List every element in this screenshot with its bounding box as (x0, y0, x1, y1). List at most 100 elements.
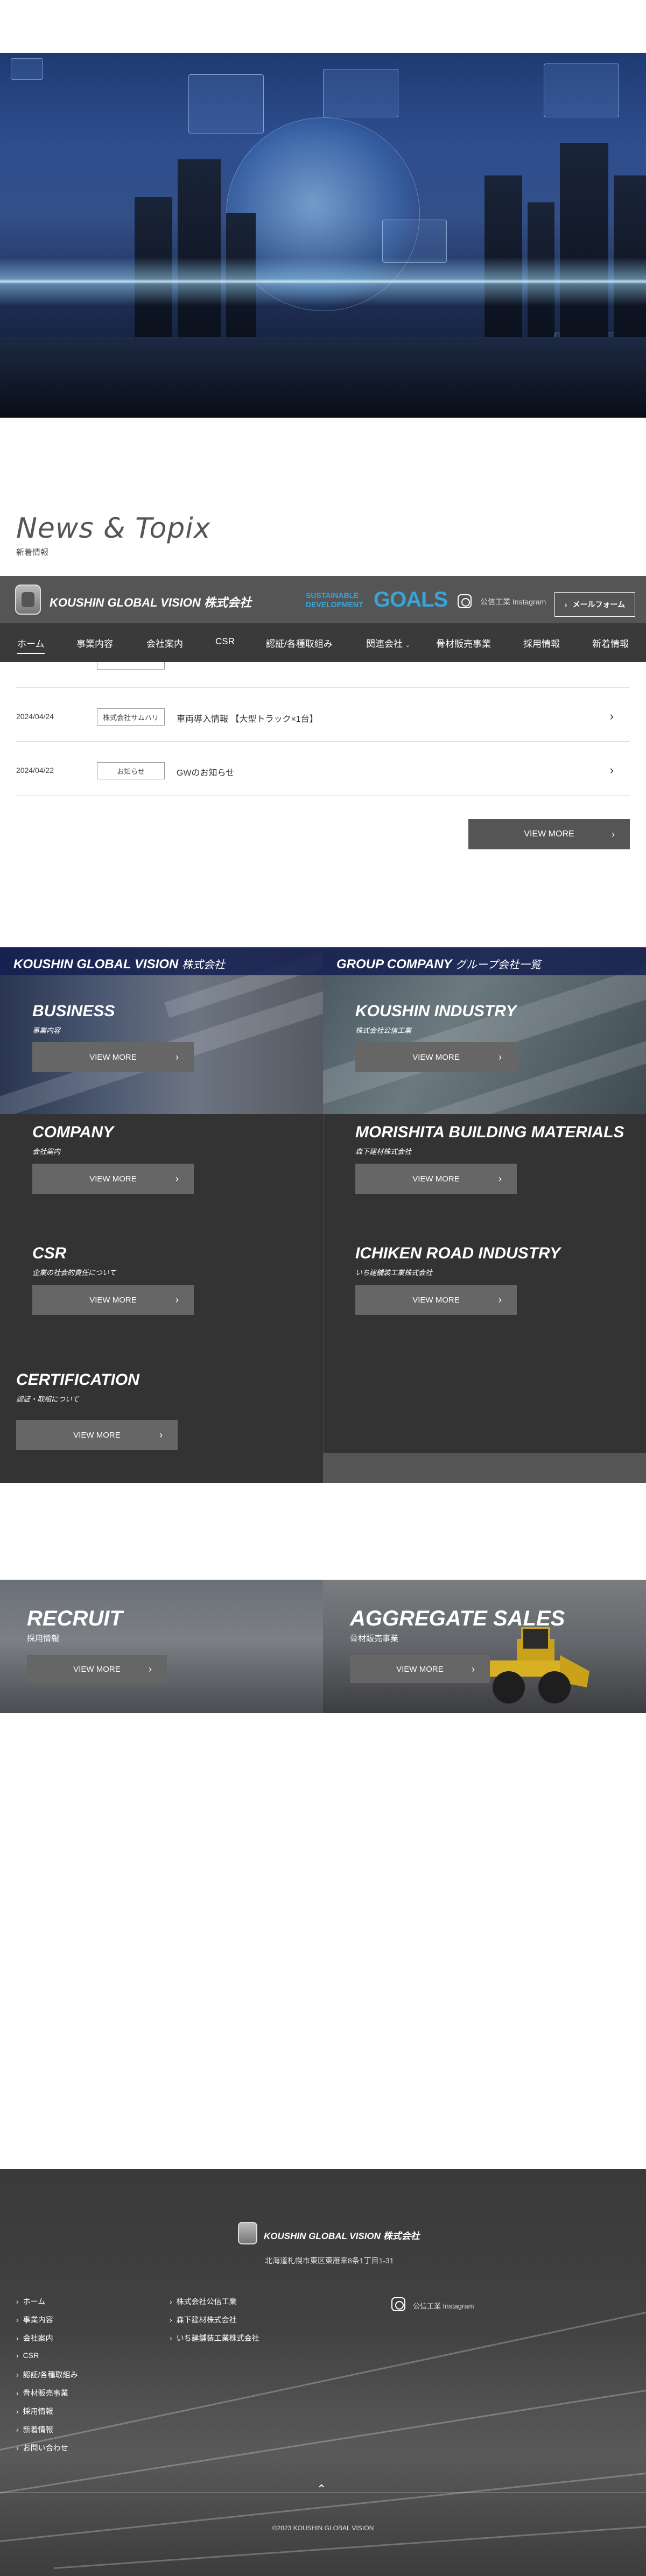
group-heading-suffix: グループ会社一覧 (455, 959, 541, 971)
site-footer: KOUSHIN GLOBAL VISION 株式会社 北海道札幌市東区東雁来8条… (0, 2169, 646, 2576)
nav-item-home[interactable]: ホーム (17, 636, 45, 654)
logo-emblem-icon[interactable] (15, 585, 41, 615)
light-streak (0, 2303, 646, 2451)
hero-image (0, 53, 646, 418)
ichiken-view-more-label: VIEW MORE (412, 1295, 460, 1305)
building (178, 159, 221, 337)
recruit-view-more-button[interactable]: VIEW MORE › (27, 1655, 167, 1683)
footer-logo-text[interactable]: KOUSHIN GLOBAL VISION 株式会社 (264, 2228, 420, 2242)
building (484, 175, 522, 337)
sdgs-logo[interactable]: SUSTAINABLE DEVELOPMENT GOALS (306, 588, 448, 611)
company-view-more-label: VIEW MORE (89, 1174, 137, 1184)
koushin-industry-subtitle: 株式会社公信工業 (355, 1026, 412, 1034)
company-view-more-button[interactable]: VIEW MORE › (32, 1164, 194, 1194)
footer-link-csr[interactable]: CSR (16, 2351, 39, 2360)
news-view-more-button[interactable]: VIEW MORE › (468, 819, 630, 849)
light-band (0, 257, 646, 306)
nav-item-news[interactable]: 新着情報 (592, 636, 629, 650)
hologram-panel (188, 74, 264, 133)
nav-item-company[interactable]: 会社案内 (146, 636, 183, 650)
business-view-more-label: VIEW MORE (89, 1052, 137, 1062)
footer-instagram-icon[interactable] (391, 2297, 405, 2311)
aggregate-view-more-label: VIEW MORE (396, 1664, 444, 1674)
koushin-industry-view-more-button[interactable]: VIEW MORE › (355, 1042, 517, 1072)
news-row-partial (16, 662, 630, 688)
footer-link-aggregate[interactable]: 骨材販売事業 (16, 2388, 68, 2398)
ichiken-view-more-button[interactable]: VIEW MORE › (355, 1285, 517, 1315)
footer-link-morishita[interactable]: 森下建材株式会社 (170, 2314, 237, 2325)
footer-link-ichiken[interactable]: いち建舗装工業株式会社 (170, 2333, 259, 2343)
instagram-link[interactable]: 公信工業 Instagram (480, 596, 546, 607)
sdgs-line1: SUSTAINABLE (306, 591, 359, 600)
mail-form-button[interactable]: › メールフォーム (554, 592, 635, 617)
chevron-right-icon: › (498, 1294, 502, 1305)
chevron-right-icon: › (612, 828, 615, 840)
news-category-badge: 株式会社サムハリ (97, 708, 165, 726)
recruit-banner[interactable]: RECRUIT 採用情報 VIEW MORE › (0, 1580, 323, 1713)
footer-link-certification[interactable]: 認証/各種取組み (16, 2369, 78, 2380)
footer-link-koushin-industry[interactable]: 株式会社公信工業 (170, 2296, 237, 2307)
footer-link-business[interactable]: 事業内容 (16, 2314, 53, 2325)
company-heading-suffix: 株式会社 (181, 959, 225, 971)
business-view-more-button[interactable]: VIEW MORE › (32, 1042, 194, 1072)
mail-form-label: メールフォーム (572, 600, 626, 609)
nav-item-affiliates[interactable]: 関連会社 ⌄ (366, 636, 410, 650)
chevron-right-icon[interactable]: › (610, 763, 614, 777)
news-subtitle: 新着情報 (16, 548, 49, 557)
business-title: BUSINESS (32, 1002, 115, 1020)
nav-item-business[interactable]: 事業内容 (76, 636, 113, 650)
footer-link-home[interactable]: ホーム (16, 2296, 46, 2307)
footer-instagram-link[interactable]: 公信工業 Instagram (413, 2300, 474, 2311)
certification-subtitle: 認証・取組について (16, 1395, 79, 1403)
logo-text[interactable]: KOUSHIN GLOBAL VISION 株式会社 (50, 593, 251, 610)
csr-view-more-label: VIEW MORE (89, 1295, 137, 1305)
morishita-view-more-button[interactable]: VIEW MORE › (355, 1164, 517, 1194)
aggregate-view-more-button[interactable]: VIEW MORE › (350, 1655, 490, 1683)
footer-link-company[interactable]: 会社案内 (16, 2333, 53, 2343)
nav-item-certification[interactable]: 認証/各種取組み (266, 636, 333, 650)
certification-view-more-button[interactable]: VIEW MORE › (16, 1420, 178, 1450)
certification-title: CERTIFICATION (16, 1371, 139, 1389)
news-headline[interactable]: 車両導入情報 【大型トラック×1台】 (177, 712, 318, 724)
recruit-view-more-label: VIEW MORE (73, 1664, 121, 1674)
nav-item-recruit[interactable]: 採用情報 (523, 636, 560, 650)
footer-link-recruit[interactable]: 採用情報 (16, 2406, 53, 2417)
instagram-icon[interactable] (458, 594, 472, 608)
light-streak (0, 2382, 646, 2494)
news-date: 2024/04/22 (16, 766, 54, 775)
company-section: KOUSHIN GLOBAL VISION 株式会社 GROUP COMPANY… (0, 947, 646, 1483)
footer-link-news[interactable]: 新着情報 (16, 2424, 53, 2435)
chevron-right-icon[interactable]: › (610, 709, 614, 723)
news-title: News & Topix (16, 512, 211, 545)
csr-view-more-button[interactable]: VIEW MORE › (32, 1285, 194, 1315)
company-heading-text: KOUSHIN GLOBAL VISION (13, 957, 179, 972)
csr-title: CSR (32, 1244, 67, 1262)
building (614, 175, 646, 337)
column-divider (323, 1114, 324, 1453)
nav-item-aggregate[interactable]: 骨材販売事業 (436, 636, 491, 650)
morishita-subtitle: 森下建材株式会社 (355, 1148, 412, 1156)
footer-link-contact[interactable]: お問い合わせ (16, 2443, 68, 2453)
water (0, 337, 646, 418)
news-row[interactable]: 2024/04/24 株式会社サムハリ 車両導入情報 【大型トラック×1台】 › (16, 688, 630, 742)
group-heading-text: GROUP COMPANY (336, 957, 452, 972)
news-view-more-label: VIEW MORE (524, 829, 574, 839)
certification-view-more-label: VIEW MORE (73, 1430, 121, 1440)
news-date: 2024/04/24 (16, 712, 54, 721)
chevron-right-icon: › (498, 1051, 502, 1062)
sdgs-goals: GOALS (374, 588, 448, 611)
news-row[interactable]: 2024/04/22 お知らせ GWのお知らせ › (16, 742, 630, 796)
footer-logo-emblem-icon[interactable] (238, 2222, 257, 2244)
group-section-bar (323, 1453, 646, 1483)
back-to-top-icon[interactable]: ⌃ (317, 2482, 326, 2496)
news-badge (97, 662, 165, 670)
company-subtitle: 会社案内 (32, 1148, 61, 1156)
nav-item-csr[interactable]: CSR (215, 636, 235, 647)
news-headline[interactable]: GWのお知らせ (177, 765, 234, 778)
aggregate-banner[interactable]: AGGREGATE SALES 骨材販売事業 VIEW MORE › (323, 1580, 646, 1713)
chevron-down-icon: ⌄ (405, 642, 410, 649)
koushin-industry-title: KOUSHIN INDUSTRY (355, 1002, 517, 1020)
recruit-title: RECRUIT (27, 1607, 123, 1630)
chevron-right-icon: › (564, 600, 567, 609)
chevron-right-icon: › (498, 1173, 502, 1184)
